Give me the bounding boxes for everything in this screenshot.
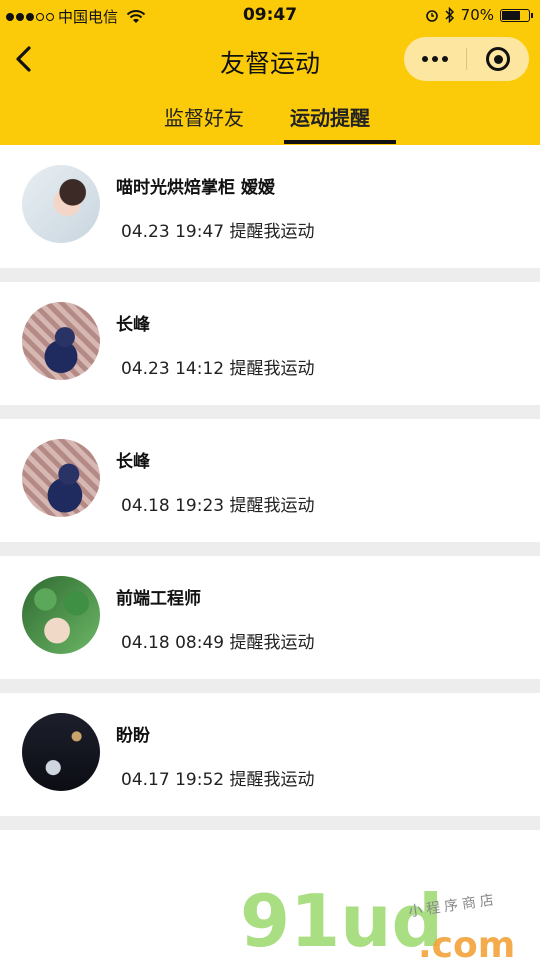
close-miniprogram-button[interactable] — [467, 37, 529, 81]
friend-name: 长峰 — [116, 452, 150, 472]
bluetooth-icon — [445, 7, 454, 23]
reminder-time: 08:49 — [175, 633, 225, 653]
list-item[interactable]: 长峰 04.23 14:12 提醒我运动 — [0, 282, 540, 405]
reminder-date: 04.23 — [121, 359, 170, 379]
divider — [0, 405, 540, 419]
reminder-line: 04.18 19:23 提醒我运动 — [121, 491, 314, 516]
reminder-date: 04.18 — [121, 633, 170, 653]
list-item[interactable]: 长峰 04.18 19:23 提醒我运动 — [0, 419, 540, 542]
tab-exercise-reminders[interactable]: 运动提醒 — [290, 102, 370, 131]
reminder-action: 提醒我运动 — [229, 770, 315, 790]
reminder-date: 04.17 — [121, 770, 170, 790]
top-header: 中国电信 09:47 70% 友督运动 监督好友 运动提醒 — [0, 0, 540, 145]
reminder-action: 提醒我运动 — [229, 359, 315, 379]
avatar — [22, 165, 100, 243]
battery-level-fill — [502, 10, 521, 20]
more-button[interactable] — [404, 37, 466, 81]
reminder-action: 提醒我运动 — [229, 222, 315, 242]
battery-icon — [500, 8, 533, 22]
chevron-left-icon[interactable] — [10, 44, 40, 74]
reminder-line: 04.18 08:49 提醒我运动 — [121, 628, 314, 653]
list-item[interactable]: 前端工程师 04.18 08:49 提醒我运动 — [0, 556, 540, 679]
tab-supervise-friends[interactable]: 监督好友 — [164, 102, 244, 131]
avatar — [22, 713, 100, 791]
divider — [0, 542, 540, 556]
watermark-brand: 91ud — [240, 879, 443, 960]
target-circle-icon — [486, 47, 510, 71]
watermark-logo: 91ud .com 小程序商店 — [240, 885, 540, 960]
reminder-time: 19:52 — [175, 770, 225, 790]
friend-name: 长峰 — [116, 315, 150, 335]
reminder-line: 04.23 14:12 提醒我运动 — [121, 354, 314, 379]
list-item[interactable]: 盼盼 04.17 19:52 提醒我运动 — [0, 693, 540, 816]
divider — [0, 816, 540, 830]
more-dots-icon — [422, 56, 448, 62]
reminder-line: 04.17 19:52 提醒我运动 — [121, 765, 314, 790]
reminder-list: 喵时光烘焙掌柜 嫒嫒 04.23 19:47 提醒我运动 长峰 04.23 14… — [0, 145, 540, 830]
status-right: 70% — [425, 6, 533, 24]
mini-program-capsule — [404, 37, 529, 81]
friend-name: 前端工程师 — [116, 589, 201, 609]
reminder-date: 04.18 — [121, 496, 170, 516]
reminder-time: 14:12 — [175, 359, 225, 379]
watermark-domain: .com — [418, 925, 516, 960]
reminder-line: 04.23 19:47 提醒我运动 — [121, 217, 314, 242]
tab-bar: 监督好友 运动提醒 — [0, 92, 540, 145]
reminder-time: 19:23 — [175, 496, 225, 516]
avatar — [22, 302, 100, 380]
reminder-action: 提醒我运动 — [229, 633, 315, 653]
reminder-action: 提醒我运动 — [229, 496, 315, 516]
avatar — [22, 439, 100, 517]
avatar — [22, 576, 100, 654]
reminder-time: 19:47 — [175, 222, 225, 242]
reminder-date: 04.23 — [121, 222, 170, 242]
friend-name: 喵时光烘焙掌柜 嫒嫒 — [116, 178, 275, 198]
active-tab-indicator — [284, 140, 396, 144]
divider — [0, 679, 540, 693]
list-item[interactable]: 喵时光烘焙掌柜 嫒嫒 04.23 19:47 提醒我运动 — [0, 145, 540, 268]
battery-percent: 70% — [460, 6, 494, 24]
divider — [0, 268, 540, 282]
alarm-icon — [425, 10, 438, 22]
friend-name: 盼盼 — [116, 726, 150, 746]
status-bar: 中国电信 09:47 70% — [0, 0, 540, 32]
